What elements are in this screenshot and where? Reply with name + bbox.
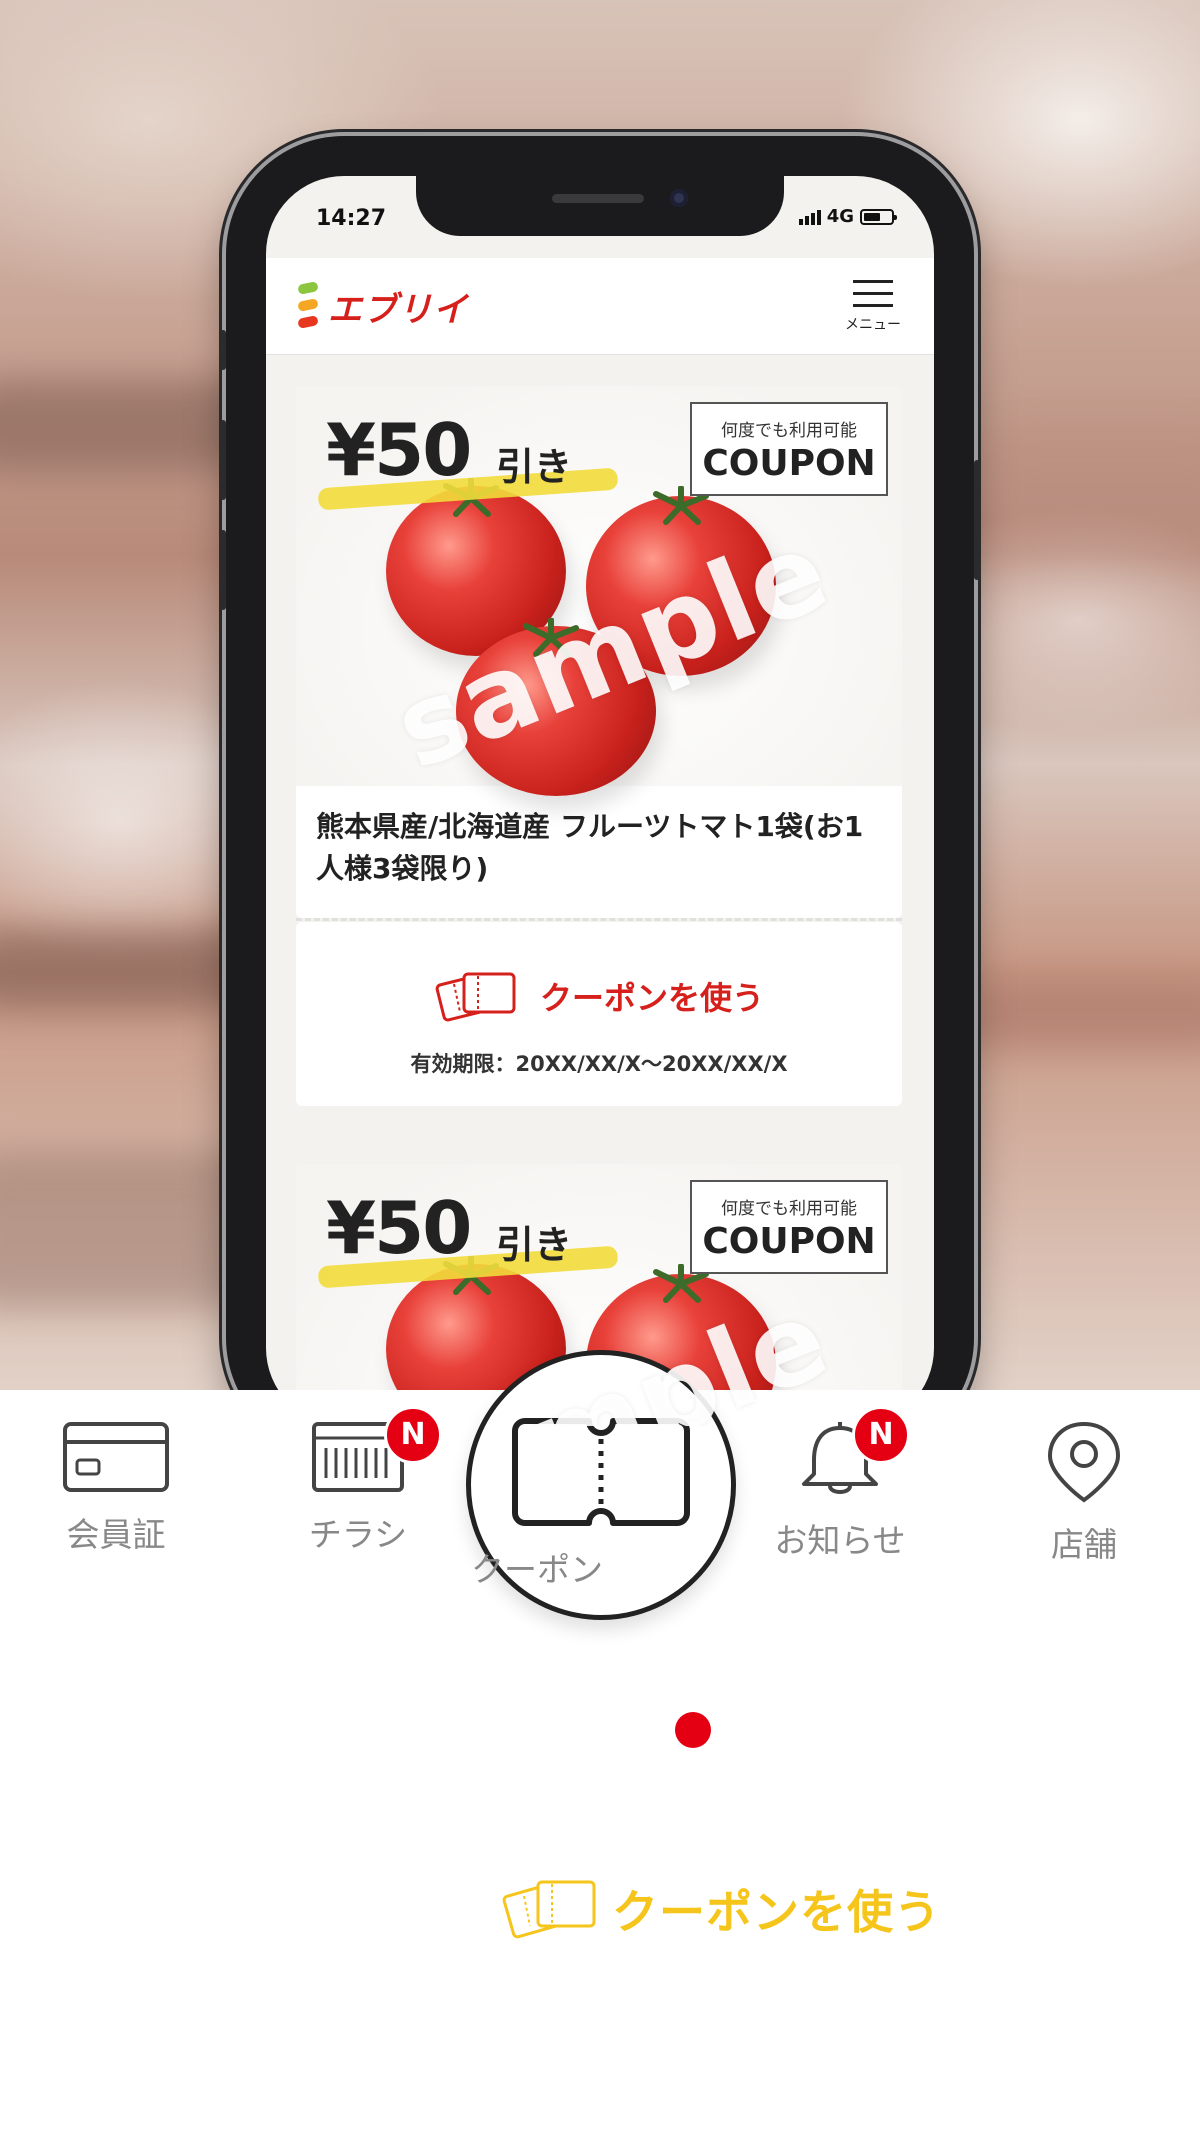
- badge-top-text: 何度でも利用可能: [721, 1199, 857, 1219]
- use-coupon-label-large: クーポンを使う: [612, 1885, 941, 1939]
- phone-notch: [416, 176, 784, 236]
- coupon-tickets-icon: [435, 972, 516, 1022]
- coupon-type-badge: 何度でも利用可能 COUPON: [690, 1180, 888, 1274]
- product-name: 熊本県産/北海道産 フルーツトマト1袋(お1人様3袋限り): [316, 810, 864, 885]
- speaker-grille: [552, 194, 644, 203]
- coupon-card[interactable]: ¥50 引き 何度でも利用可能 COUPON sample 熊本県産/北海道産 …: [296, 386, 902, 918]
- volume-down-button: [220, 530, 226, 610]
- badge-main-text: COUPON: [702, 1221, 876, 1262]
- hamburger-icon-bar: [853, 304, 893, 307]
- nav-label-coupon: クーポン: [471, 1550, 603, 1589]
- location-pin-icon: [1047, 1421, 1121, 1503]
- coupon-card[interactable]: ¥50 引き 何度でも利用可能 COUPON sample: [296, 1164, 902, 1426]
- badge-top-text: 何度でも利用可能: [721, 421, 857, 441]
- nav-item-member-card[interactable]: 会員証: [16, 1420, 216, 1556]
- hamburger-icon-bar: [853, 292, 893, 295]
- status-time: 14:27: [316, 206, 387, 231]
- front-camera: [670, 189, 688, 207]
- discount-price: ¥50: [326, 408, 472, 492]
- coupon-ticket-icon: [512, 1418, 690, 1526]
- volume-up-button: [220, 420, 226, 500]
- nav-item-notifications[interactable]: お知らせ N: [740, 1406, 940, 1562]
- nav-label-member-card: 会員証: [66, 1515, 166, 1554]
- discount-suffix: 引き: [496, 1223, 573, 1267]
- nav-label-notifications: お知らせ: [774, 1521, 906, 1560]
- network-label: 4G: [826, 206, 854, 227]
- power-button: [974, 460, 980, 580]
- nav-item-store[interactable]: 店舗: [984, 1420, 1184, 1566]
- status-indicators: 4G: [798, 206, 897, 227]
- coupon-use-section[interactable]: クーポンを使う 有効期限：20XX/XX/X～20XX/XX/X: [296, 922, 902, 1106]
- phone-screen: 14:27 4G エブリイ メニュー ¥50 引き 何度でも利用可能 COUPO…: [266, 176, 934, 1426]
- new-badge: N: [852, 1406, 910, 1464]
- logo-text: エブリイ: [328, 290, 468, 330]
- use-coupon-label: クーポンを使う: [539, 979, 764, 1017]
- menu-label: メニュー: [845, 317, 901, 333]
- app-header: エブリイ メニュー: [266, 258, 934, 355]
- member-card-icon: [63, 1422, 169, 1492]
- discount-price: ¥50: [326, 1186, 472, 1270]
- hamburger-icon: [853, 280, 893, 283]
- new-badge: N: [384, 1406, 442, 1464]
- use-coupon-button-large[interactable]: クーポンを使う: [502, 1874, 941, 1944]
- signal-icon: [798, 209, 821, 225]
- perforation-divider: [296, 918, 902, 921]
- mute-switch: [220, 330, 226, 370]
- discount-suffix: 引き: [496, 445, 573, 489]
- brand-logo[interactable]: エブリイ: [297, 280, 468, 331]
- battery-icon: [860, 208, 897, 225]
- validity-period: 有効期限：20XX/XX/X～20XX/XX/X: [410, 1052, 788, 1076]
- coupon-tickets-icon: [502, 1880, 596, 1939]
- use-coupon-button[interactable]: クーポンを使う: [296, 968, 902, 1024]
- nav-label-flyer: チラシ: [308, 1515, 408, 1554]
- badge-main-text: COUPON: [702, 443, 876, 484]
- coupon-type-badge: 何度でも利用可能 COUPON: [690, 402, 888, 496]
- indicator-dot: [675, 1712, 711, 1748]
- logo-mark-icon: [297, 280, 319, 331]
- nav-label-store: 店舗: [1051, 1525, 1117, 1564]
- nav-item-flyer[interactable]: チラシ N: [258, 1406, 458, 1556]
- menu-button[interactable]: メニュー: [838, 280, 908, 350]
